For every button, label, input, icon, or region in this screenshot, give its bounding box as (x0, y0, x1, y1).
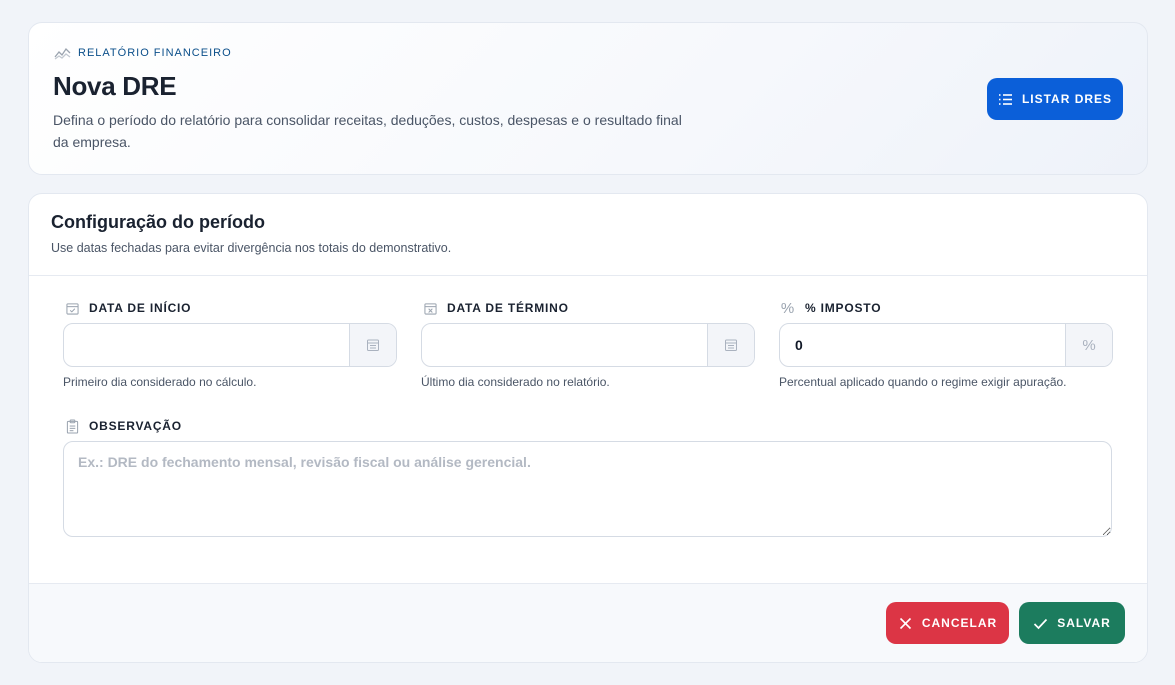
tax-hint: Percentual aplicado quando o regime exig… (779, 375, 1067, 389)
notes-label-text: OBSERVAÇÃO (89, 419, 182, 433)
end-date-hint: Último dia considerado no relatório. (421, 375, 610, 389)
end-date-picker[interactable] (707, 324, 754, 366)
calendar-icon (725, 339, 737, 351)
tax-group: % (779, 323, 1113, 367)
start-date-input[interactable] (64, 324, 349, 366)
tax-label-text: % IMPOSTO (805, 301, 882, 315)
form-card: Configuração do período Use datas fechad… (28, 193, 1148, 663)
save-button[interactable]: SALVAR (1019, 602, 1125, 644)
header-card: RELATÓRIO FINANCEIRO Nova DRE Defina o p… (28, 22, 1148, 175)
save-label: SALVAR (1057, 616, 1111, 630)
tax-addon: % (1065, 324, 1112, 366)
tax-label: % % IMPOSTO (780, 299, 882, 317)
check-icon (1034, 618, 1048, 629)
clipboard-icon (64, 418, 80, 434)
end-date-group (421, 323, 755, 367)
notes-label: OBSERVAÇÃO (64, 418, 182, 434)
page-title: Nova DRE (53, 71, 177, 101)
start-date-hint: Primeiro dia considerado no cálculo. (63, 375, 257, 389)
calendar-icon (367, 339, 379, 351)
start-date-label: DATA DE INÍCIO (64, 300, 191, 316)
eyebrow: RELATÓRIO FINANCEIRO (54, 46, 232, 60)
chart-line-icon (54, 47, 71, 60)
eyebrow-text: RELATÓRIO FINANCEIRO (78, 47, 232, 59)
end-date-input[interactable] (422, 324, 707, 366)
list-icon (998, 93, 1012, 105)
cancel-label: CANCELAR (921, 616, 998, 630)
list-dres-button[interactable]: LISTAR DRES (987, 78, 1123, 120)
start-date-label-text: DATA DE INÍCIO (89, 301, 192, 315)
start-date-group (63, 323, 397, 367)
form-footer: CANCELAR SALVAR (29, 583, 1147, 662)
page-description: Defina o período do relatório para conso… (53, 112, 682, 150)
list-dres-label: LISTAR DRES (1021, 92, 1113, 106)
calendar-x-icon (422, 300, 438, 316)
tax-input[interactable] (780, 324, 1065, 366)
divider (29, 275, 1147, 276)
end-date-label: DATA DE TÉRMINO (422, 300, 569, 316)
notes-textarea[interactable] (63, 441, 1112, 537)
cancel-button[interactable]: CANCELAR (886, 602, 1009, 644)
start-date-picker[interactable] (349, 324, 396, 366)
close-icon (899, 617, 911, 629)
calendar-check-icon (64, 300, 80, 316)
percent-icon: % (780, 299, 796, 317)
section-title: Configuração do período (51, 212, 265, 232)
section-subtitle: Use datas fechadas para evitar divergênc… (51, 241, 452, 255)
end-date-label-text: DATA DE TÉRMINO (447, 301, 569, 315)
